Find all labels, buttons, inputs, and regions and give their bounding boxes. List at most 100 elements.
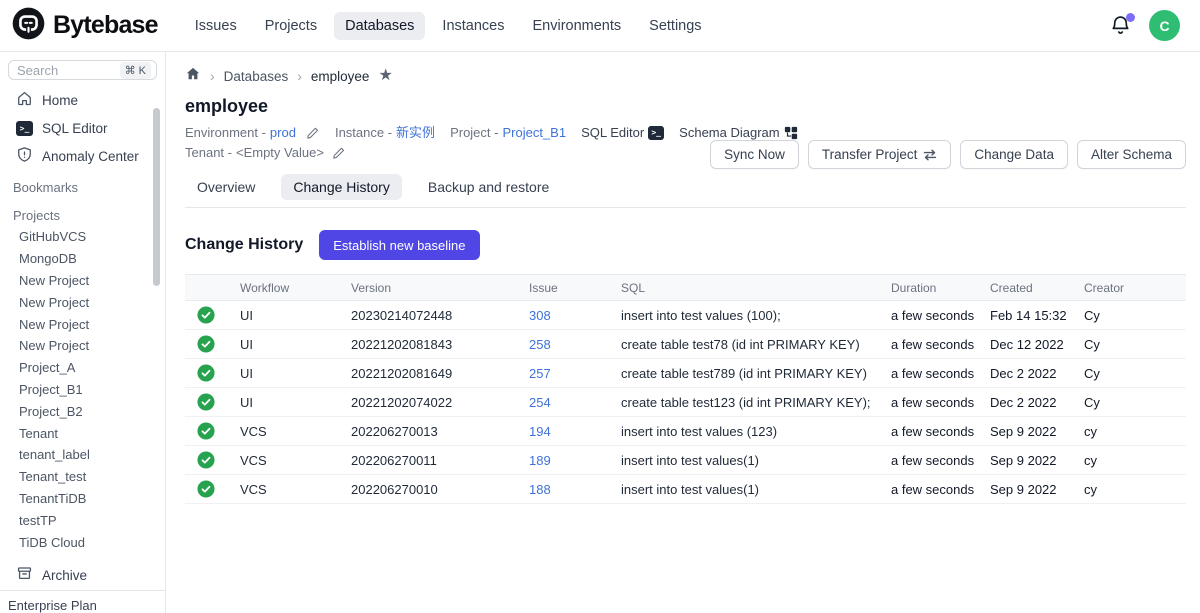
- cell-duration: a few seconds: [891, 446, 990, 475]
- cell-status: [185, 330, 240, 359]
- establish-baseline-button[interactable]: Establish new baseline: [319, 230, 479, 260]
- terminal-icon: >_: [16, 121, 33, 136]
- search-shortcut-badge: ⌘ K: [120, 62, 151, 79]
- tab-change-history[interactable]: Change History: [281, 174, 402, 200]
- sidebar-item-project[interactable]: tenant_label: [0, 444, 165, 466]
- cell-version: 20221202081649: [351, 359, 529, 388]
- cell-issue-link[interactable]: 254: [529, 388, 621, 417]
- sidebar-scrollbar[interactable]: [153, 108, 160, 286]
- sidebar-item-project[interactable]: MongoDB: [0, 248, 165, 270]
- history-row[interactable]: VCS202206270011189insert into test value…: [185, 446, 1186, 475]
- cell-workflow: VCS: [240, 417, 351, 446]
- notifications-bell-icon[interactable]: [1109, 14, 1133, 38]
- cell-creator: cy: [1084, 446, 1186, 475]
- top-nav-menu: IssuesProjectsDatabasesInstancesEnvironm…: [184, 12, 713, 40]
- sidebar-item-project[interactable]: Tenant_test: [0, 466, 165, 488]
- cell-duration: a few seconds: [891, 417, 990, 446]
- sidebar-item-project[interactable]: Project_B1: [0, 379, 165, 401]
- cell-sql: create table test123 (id int PRIMARY KEY…: [621, 388, 891, 417]
- cell-created: Dec 2 2022: [990, 359, 1084, 388]
- nav-item-instances[interactable]: Instances: [431, 12, 515, 40]
- sidebar-item-project[interactable]: New Project: [0, 313, 165, 335]
- cell-issue-link[interactable]: 188: [529, 475, 621, 504]
- sync-now-button[interactable]: Sync Now: [710, 140, 799, 169]
- sidebar-item-project[interactable]: Tenant: [0, 422, 165, 444]
- search-input[interactable]: Search ⌘ K: [8, 60, 157, 80]
- sql-editor-shortcut[interactable]: SQL Editor >_: [581, 123, 664, 142]
- pencil-icon[interactable]: [332, 146, 346, 160]
- nav-item-issues[interactable]: Issues: [184, 12, 248, 40]
- sidebar-item-project[interactable]: New Project: [0, 291, 165, 313]
- sidebar-item-archive[interactable]: Archive: [0, 565, 165, 585]
- tab-backup-and-restore[interactable]: Backup and restore: [416, 174, 561, 200]
- main-content: › Databases › employee ★ employee Enviro…: [166, 52, 1200, 613]
- cell-status: [185, 475, 240, 504]
- transfer-arrows-icon: [923, 149, 937, 161]
- history-table-body: UI20230214072448308insert into test valu…: [185, 301, 1186, 504]
- environment-link[interactable]: prod: [270, 123, 296, 142]
- sidebar-section-projects[interactable]: Projects: [0, 204, 165, 226]
- column-header: Issue: [529, 275, 621, 301]
- breadcrumb-separator: ›: [297, 68, 302, 84]
- pencil-icon[interactable]: [306, 126, 320, 140]
- bookmark-star-icon[interactable]: ★: [378, 68, 392, 84]
- cell-issue-link[interactable]: 194: [529, 417, 621, 446]
- action-buttons: Sync Now Transfer Project Change Data Al…: [710, 140, 1186, 169]
- cell-issue-link[interactable]: 308: [529, 301, 621, 330]
- sidebar-item-label: SQL Editor: [42, 121, 108, 136]
- project-label: Project -: [450, 123, 498, 142]
- sidebar-item-project[interactable]: TiDB Cloud: [0, 531, 165, 553]
- breadcrumb-item-employee[interactable]: employee: [311, 69, 370, 84]
- change-data-button[interactable]: Change Data: [960, 140, 1068, 169]
- history-row[interactable]: UI20221202081649257create table test789 …: [185, 359, 1186, 388]
- sidebar-item-project[interactable]: testTP: [0, 509, 165, 531]
- sidebar-item-anomaly-center[interactable]: Anomaly Center: [0, 142, 165, 170]
- sidebar-item-sql-editor[interactable]: >_ SQL Editor: [0, 114, 165, 142]
- column-header: Created: [990, 275, 1084, 301]
- instance-link[interactable]: 新实例: [396, 123, 435, 142]
- cell-issue-link[interactable]: 189: [529, 446, 621, 475]
- breadcrumb-home-icon[interactable]: [185, 66, 201, 87]
- nav-item-databases[interactable]: Databases: [334, 12, 425, 40]
- cell-created: Sep 9 2022: [990, 446, 1084, 475]
- alter-schema-button[interactable]: Alter Schema: [1077, 140, 1186, 169]
- cell-issue-link[interactable]: 257: [529, 359, 621, 388]
- shield-icon: [16, 146, 33, 166]
- history-row[interactable]: UI20221202074022254create table test123 …: [185, 388, 1186, 417]
- page-header: employee Environment - prod Instance - 新…: [185, 96, 1186, 162]
- sidebar-item-project[interactable]: Project_B2: [0, 400, 165, 422]
- nav-item-projects[interactable]: Projects: [254, 12, 328, 40]
- history-row[interactable]: UI20230214072448308insert into test valu…: [185, 301, 1186, 330]
- cell-duration: a few seconds: [891, 359, 990, 388]
- search-placeholder: Search: [17, 63, 120, 78]
- project-list: GitHubVCSMongoDBNew ProjectNew ProjectNe…: [0, 226, 165, 553]
- sidebar-nav: Home >_ SQL Editor Anomaly Center: [0, 86, 165, 170]
- cell-status: [185, 301, 240, 330]
- bytebase-logo[interactable]: Bytebase: [12, 7, 158, 45]
- history-row[interactable]: VCS202206270013194insert into test value…: [185, 417, 1186, 446]
- transfer-project-button[interactable]: Transfer Project: [808, 140, 952, 169]
- breadcrumb-item-databases[interactable]: Databases: [224, 69, 289, 84]
- sidebar-section-bookmarks[interactable]: Bookmarks: [0, 176, 165, 198]
- project-link[interactable]: Project_B1: [502, 123, 566, 142]
- cell-sql: insert into test values(1): [621, 475, 891, 504]
- cell-workflow: VCS: [240, 446, 351, 475]
- cell-issue-link[interactable]: 258: [529, 330, 621, 359]
- history-row[interactable]: VCS202206270010188insert into test value…: [185, 475, 1186, 504]
- column-header: Version: [351, 275, 529, 301]
- tab-overview[interactable]: Overview: [185, 174, 267, 200]
- sidebar-item-project[interactable]: Project_A: [0, 357, 165, 379]
- sidebar-item-project[interactable]: GitHubVCS: [0, 226, 165, 248]
- schema-diagram-icon: [784, 126, 798, 140]
- sidebar-item-project[interactable]: TenantTiDB: [0, 488, 165, 510]
- status-done-icon: [197, 422, 215, 440]
- nav-item-settings[interactable]: Settings: [638, 12, 712, 40]
- cell-status: [185, 388, 240, 417]
- sidebar-item-project[interactable]: New Project: [0, 335, 165, 357]
- sidebar-item-home[interactable]: Home: [0, 86, 165, 114]
- nav-item-environments[interactable]: Environments: [522, 12, 633, 40]
- sidebar-item-project[interactable]: New Project: [0, 270, 165, 292]
- user-avatar[interactable]: C: [1149, 10, 1180, 41]
- history-row[interactable]: UI20221202081843258create table test78 (…: [185, 330, 1186, 359]
- cell-sql: insert into test values (123): [621, 417, 891, 446]
